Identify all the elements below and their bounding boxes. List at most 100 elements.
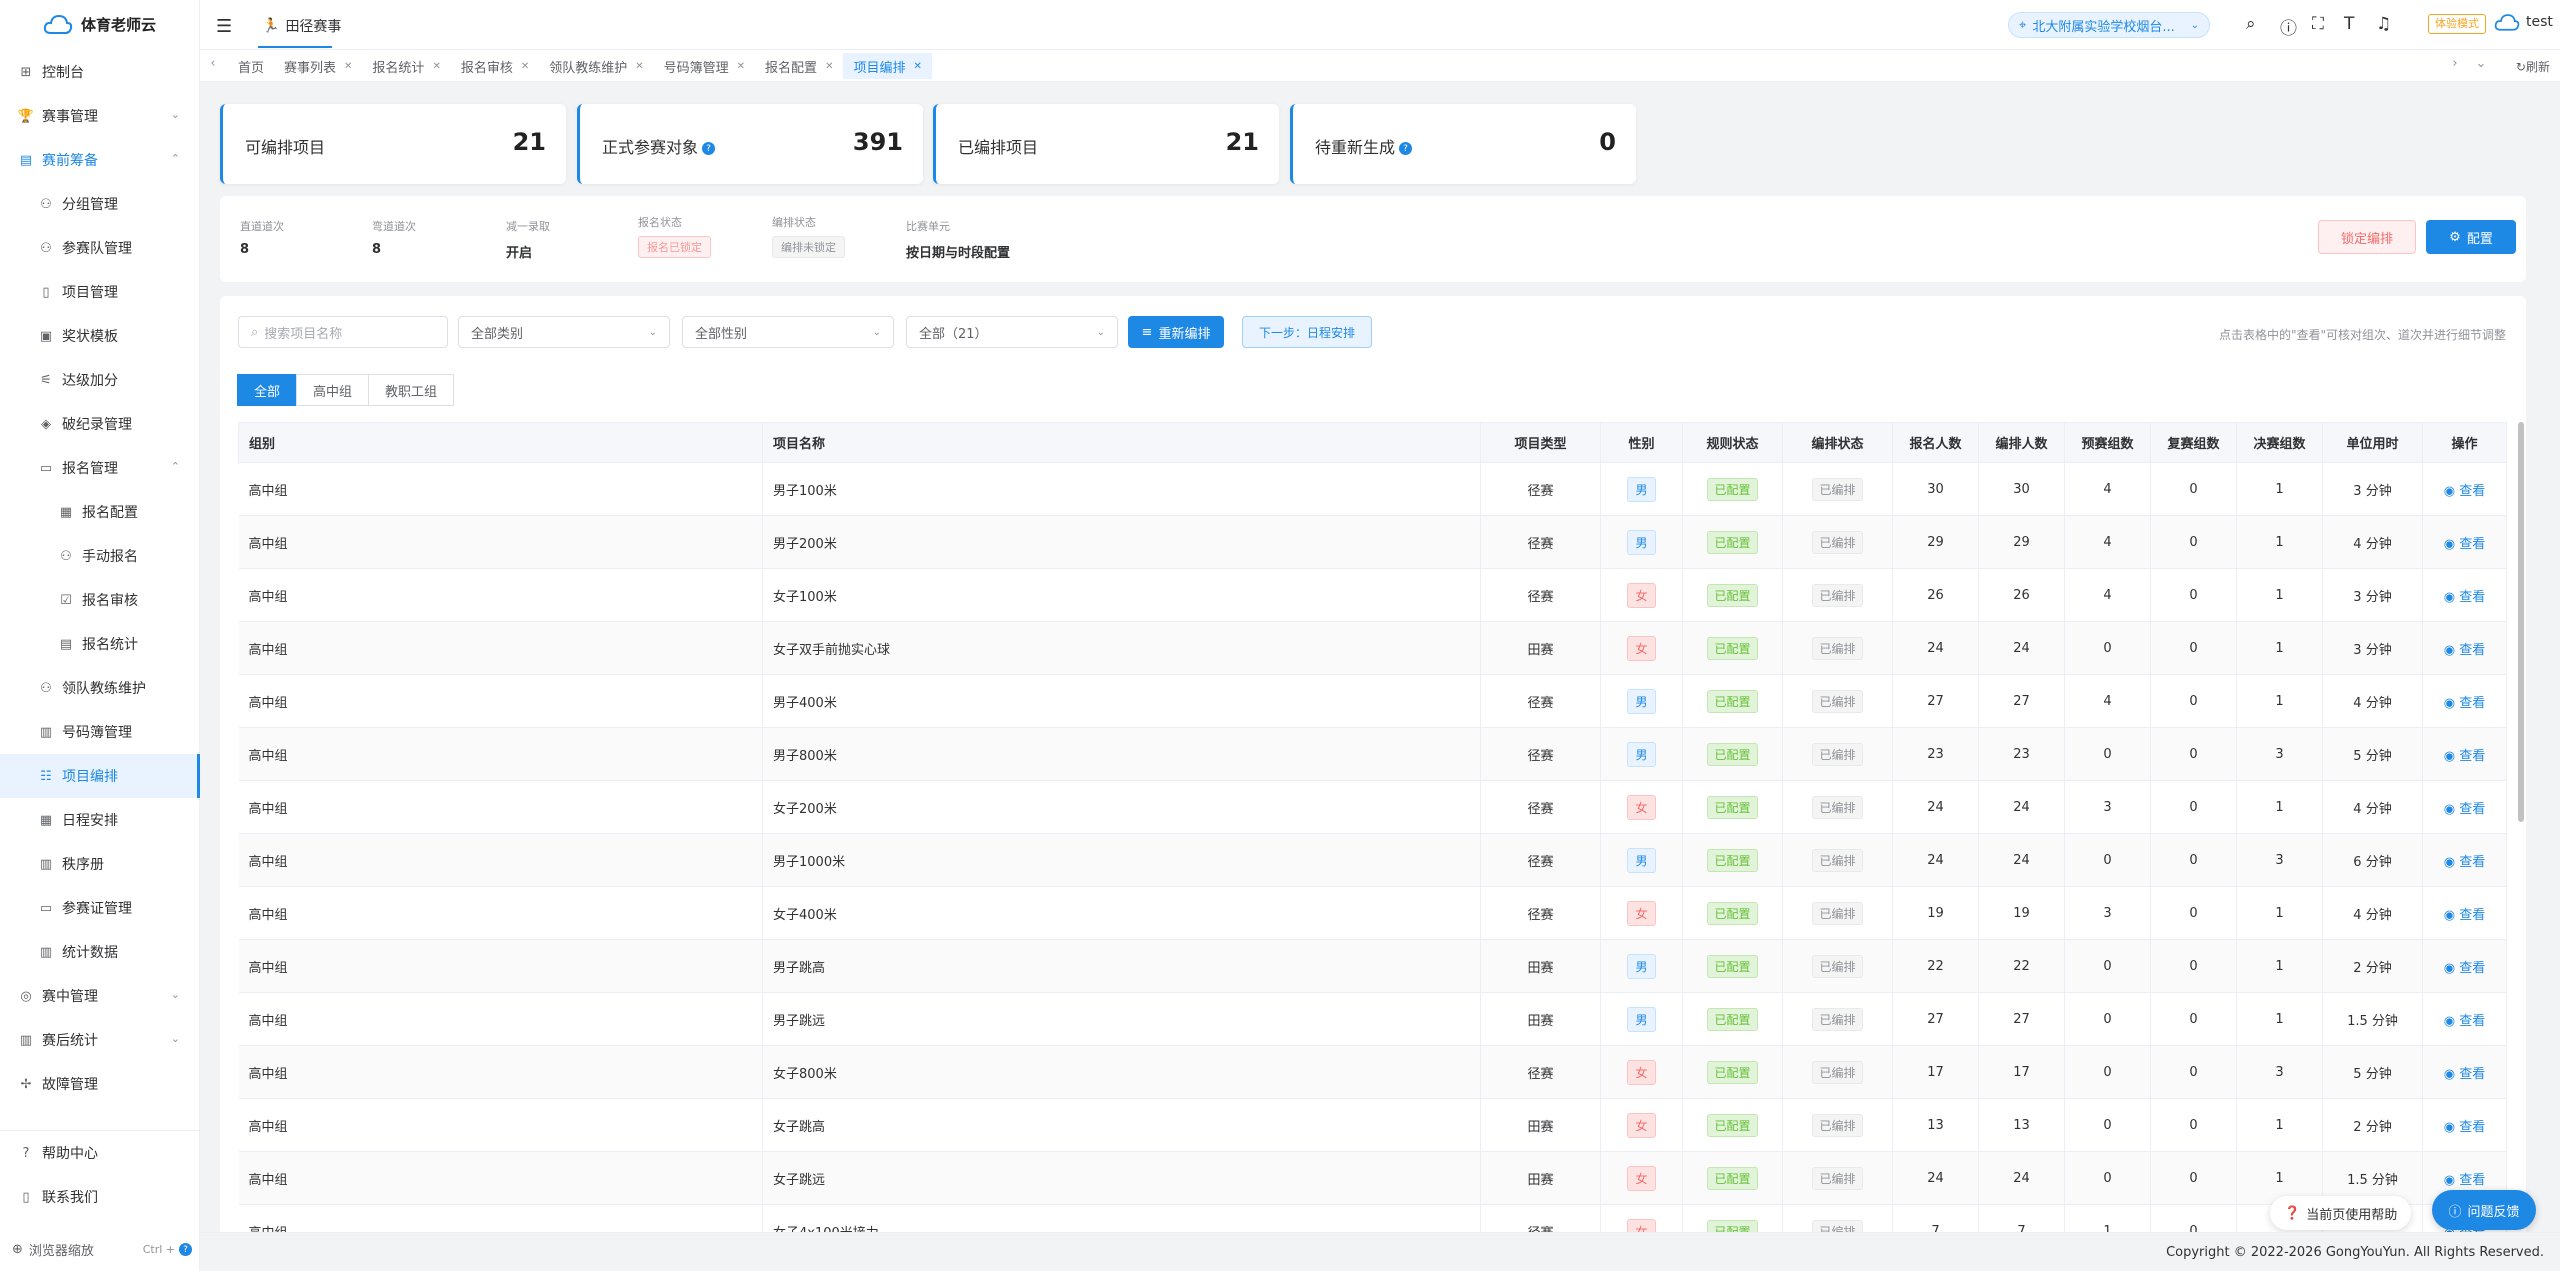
table-cell: ◉ 查看: [2422, 568, 2507, 622]
help-circle-icon[interactable]: ⓘ: [2280, 14, 2297, 39]
question-icon[interactable]: ?: [702, 142, 716, 155]
sidebar-item-21[interactable]: ◎ 赛中管理 ⌄: [0, 974, 200, 1018]
sidebar-item-9[interactable]: ▭ 报名管理 ⌃: [0, 446, 200, 490]
tab-4[interactable]: 领队教练维护 ✕: [539, 53, 653, 79]
sidebar-item-19[interactable]: ▭ 参赛证管理: [0, 886, 200, 930]
menu-toggle-icon[interactable]: ☰: [216, 16, 232, 37]
regenerate-button[interactable]: ≡ 重新编排: [1128, 316, 1224, 348]
close-icon[interactable]: ✕: [635, 61, 643, 72]
sidebar-item-20[interactable]: ▥ 统计数据: [0, 930, 200, 974]
view-button[interactable]: ◉ 查看: [2444, 1067, 2486, 1082]
tab-0[interactable]: 首页: [228, 53, 274, 79]
table-cell: 田赛: [1480, 1151, 1601, 1205]
view-button[interactable]: ◉ 查看: [2444, 590, 2486, 605]
tab-2[interactable]: 报名统计 ✕: [362, 53, 450, 79]
sidebar-item-8[interactable]: ◈ 破纪录管理: [0, 402, 200, 446]
config-button[interactable]: ⚙ 配置: [2426, 220, 2516, 254]
sidebar-item-6[interactable]: ▣ 奖状模板: [0, 314, 200, 358]
sidebar-item-17[interactable]: ▦ 日程安排: [0, 798, 200, 842]
view-button[interactable]: ◉ 查看: [2444, 484, 2486, 499]
view-button[interactable]: ◉ 查看: [2444, 1014, 2486, 1029]
table-cell: 已编排: [1782, 939, 1893, 993]
tabs-dropdown-icon[interactable]: ⌄: [2472, 56, 2490, 71]
browser-zoom[interactable]: ⊕ 浏览器缩放 Ctrl +?: [12, 1240, 192, 1259]
close-icon[interactable]: ✕: [344, 61, 352, 72]
lock-arrange-button[interactable]: 锁定编排: [2318, 220, 2416, 254]
sidebar: 体育老师云 ⊞ 控制台 🏆 赛事管理 ⌄ ▤ 赛前筹备 ⌃ ⚇ 分组管理 ⚇ 参赛队管理 ▯ 项目管理 ▣ 奖…: [0, 0, 200, 1271]
feedback-button[interactable]: ⓘ 问题反馈: [2432, 1190, 2536, 1230]
sidebar-bottom-item-0[interactable]: ? 帮助中心: [0, 1131, 200, 1175]
view-button[interactable]: ◉ 查看: [2444, 537, 2486, 552]
bell-icon[interactable]: ♫: [2376, 14, 2391, 34]
fullscreen-icon[interactable]: ⛶: [2312, 14, 2324, 34]
sidebar-item-18[interactable]: ▥ 秩序册: [0, 842, 200, 886]
sidebar-item-1[interactable]: 🏆 赛事管理 ⌄: [0, 94, 200, 138]
tab-6[interactable]: 报名配置 ✕: [755, 53, 843, 79]
sidebar-bottom-item-1[interactable]: ▯ 联系我们: [0, 1175, 200, 1219]
gender-select[interactable]: 全部性别 ⌄: [682, 316, 894, 348]
school-selector[interactable]: ⌖ 北大附属实验学校烟台... ⌄: [2008, 12, 2210, 38]
sidebar-item-14[interactable]: ⚇ 领队教练维护: [0, 666, 200, 710]
status-select[interactable]: 全部（21） ⌄: [906, 316, 1118, 348]
tab-3[interactable]: 报名审核 ✕: [451, 53, 539, 79]
search-input[interactable]: ⌕ 搜索项目名称: [238, 316, 448, 348]
sidebar-item-10[interactable]: ▦ 报名配置: [0, 490, 200, 534]
sidebar-item-0[interactable]: ⊞ 控制台: [0, 50, 200, 94]
sidebar-item-15[interactable]: ▥ 号码簿管理: [0, 710, 200, 754]
sidebar-item-4[interactable]: ⚇ 参赛队管理: [0, 226, 200, 270]
sidebar-item-5[interactable]: ▯ 项目管理: [0, 270, 200, 314]
font-size-icon[interactable]: T: [2344, 14, 2354, 34]
table-cell: 4: [2064, 515, 2151, 569]
stat-label: 可编排项目: [245, 138, 326, 157]
tab-7[interactable]: 项目编排 ✕: [843, 53, 932, 79]
tabs-scroll-left-icon[interactable]: ‹: [204, 56, 222, 71]
sidebar-item-7[interactable]: ⚟ 达级加分: [0, 358, 200, 402]
sidebar-item-2[interactable]: ▤ 赛前筹备 ⌃: [0, 138, 200, 182]
view-button[interactable]: ◉ 查看: [2444, 1173, 2486, 1188]
close-icon[interactable]: ✕: [521, 61, 529, 72]
question-icon[interactable]: ?: [1399, 142, 1413, 155]
question-icon[interactable]: ?: [179, 1243, 192, 1257]
table-cell: ◉ 查看: [2422, 515, 2507, 569]
close-icon[interactable]: ✕: [913, 61, 921, 72]
sidebar-item-3[interactable]: ⚇ 分组管理: [0, 182, 200, 226]
tab-1[interactable]: 赛事列表 ✕: [274, 53, 362, 79]
sidebar-item-22[interactable]: ▥ 赛后统计 ⌄: [0, 1018, 200, 1062]
view-button[interactable]: ◉ 查看: [2444, 696, 2486, 711]
close-icon[interactable]: ✕: [432, 61, 440, 72]
table-cell: 26: [1892, 568, 1979, 622]
refresh-button[interactable]: ↻刷新: [2516, 58, 2550, 75]
view-button[interactable]: ◉ 查看: [2444, 749, 2486, 764]
search-icon[interactable]: ⌕: [2246, 14, 2256, 34]
group-tab-1[interactable]: 高中组: [296, 374, 370, 406]
view-button[interactable]: ◉ 查看: [2444, 1120, 2486, 1135]
group-tab-0[interactable]: 全部: [237, 374, 298, 406]
tabs-scroll-right-icon[interactable]: ›: [2446, 56, 2464, 71]
table-cell: 27: [1892, 992, 1979, 1046]
close-icon[interactable]: ✕: [825, 61, 833, 72]
table-cell: 女子200米: [762, 780, 1481, 834]
page-help-button[interactable]: ❓ 当前页使用帮助: [2270, 1196, 2412, 1230]
next-step-button[interactable]: 下一步：日程安排: [1242, 316, 1372, 348]
app-logo[interactable]: 体育老师云: [0, 0, 199, 48]
view-button[interactable]: ◉ 查看: [2444, 908, 2486, 923]
category-select[interactable]: 全部类别 ⌄: [458, 316, 670, 348]
table-cell: 24: [1978, 1151, 2065, 1205]
view-button[interactable]: ◉ 查看: [2444, 855, 2486, 870]
view-button[interactable]: ◉ 查看: [2444, 643, 2486, 658]
sidebar-item-11[interactable]: ⚇ 手动报名: [0, 534, 200, 578]
table-cell: ◉ 查看: [2422, 992, 2507, 1046]
sidebar-item-16[interactable]: ☷ 项目编排: [0, 754, 200, 798]
tab-5[interactable]: 号码簿管理 ✕: [654, 53, 755, 79]
view-button[interactable]: ◉ 查看: [2444, 802, 2486, 817]
arrange-status-tag: 已编排: [1812, 742, 1863, 766]
table-scrollbar[interactable]: [2518, 422, 2524, 822]
user-menu[interactable]: test: [2494, 12, 2553, 32]
sidebar-item-12[interactable]: ☑ 报名审核: [0, 578, 200, 622]
view-button[interactable]: ◉ 查看: [2444, 961, 2486, 976]
table-cell: ◉ 查看: [2422, 727, 2507, 781]
sidebar-item-23[interactable]: ✢ 故障管理: [0, 1062, 200, 1106]
group-tab-2[interactable]: 教职工组: [368, 374, 455, 406]
sidebar-item-13[interactable]: ▤ 报名统计: [0, 622, 200, 666]
close-icon[interactable]: ✕: [737, 61, 745, 72]
